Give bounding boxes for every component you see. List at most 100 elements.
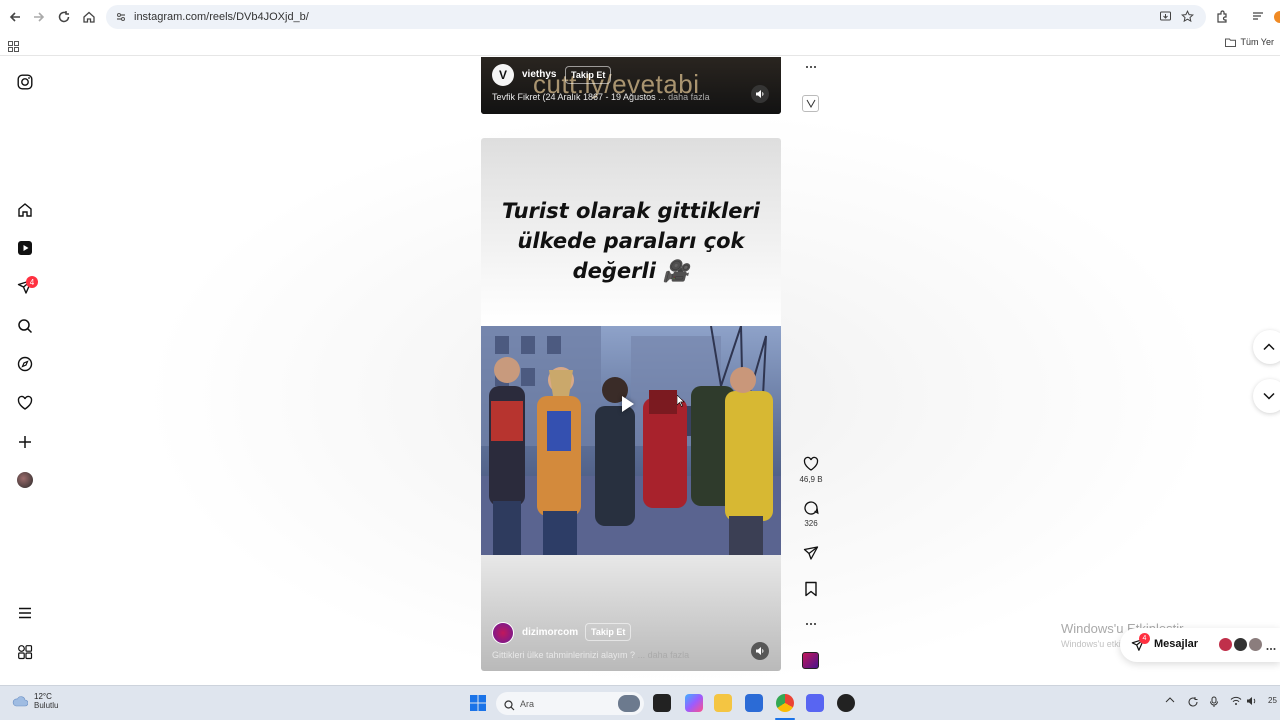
reel-author-avatar[interactable]: V: [492, 64, 514, 86]
reel-caption-text: Tevfik Fikret (24 Aralık 1867 - 19 Ağust…: [492, 92, 656, 102]
save-bookmark-icon[interactable]: [801, 581, 821, 597]
bookmark-folder-label: Tüm Yer: [1240, 37, 1274, 47]
home-browser-icon[interactable]: [77, 5, 101, 29]
instagram-logo-icon[interactable]: [15, 72, 35, 92]
like-count: 46,9 B: [799, 475, 823, 484]
messages-label: Mesajlar: [1154, 638, 1199, 650]
search-highlight-icon: [618, 695, 640, 712]
search-icon: [504, 698, 515, 716]
comment-icon[interactable]: [803, 500, 819, 516]
more-options-icon[interactable]: [801, 617, 821, 631]
discord-icon[interactable]: [806, 694, 824, 712]
reel-caption[interactable]: Tevfik Fikret (24 Aralık 1867 - 19 Ağust…: [492, 92, 710, 102]
speaker-icon[interactable]: [1246, 696, 1258, 708]
more-link[interactable]: ... daha fazla: [638, 650, 690, 660]
extensions-icon[interactable]: [1210, 5, 1234, 29]
comment-count: 326: [804, 519, 818, 528]
video-frame-illustration: [481, 326, 781, 555]
create-plus-icon[interactable]: [15, 432, 35, 452]
tray-overflow-icon[interactable]: [1165, 696, 1175, 706]
reel-author-avatar[interactable]: [492, 622, 514, 644]
cloud-icon: [12, 696, 28, 707]
search-icon[interactable]: [15, 316, 35, 336]
audio-thumbnail[interactable]: [802, 95, 819, 112]
meta-apps-icon[interactable]: [15, 642, 35, 662]
microphone-icon[interactable]: [1209, 696, 1219, 710]
share-icon[interactable]: [801, 545, 821, 561]
weather-condition: Bulutlu: [34, 701, 59, 710]
menu-hamburger-icon[interactable]: [15, 603, 35, 623]
wifi-icon[interactable]: [1230, 696, 1242, 708]
heart-icon[interactable]: [15, 393, 35, 413]
reel-caption-text: Gittikleri ülke tahminlerinizi alayım ?: [492, 650, 636, 660]
comment-action[interactable]: 326: [801, 500, 821, 528]
like-action[interactable]: 46,9 B: [799, 456, 823, 484]
copilot-icon[interactable]: [685, 694, 703, 712]
chevron-up-icon: [1263, 343, 1275, 351]
notification-badge: 4: [26, 276, 38, 288]
reel-caption[interactable]: Gittikleri ülke tahminlerinizi alayım ? …: [492, 650, 689, 660]
chevron-down-icon: [1263, 392, 1275, 400]
messages-badge: 4: [1139, 633, 1150, 644]
headline-line-3: değerli 🎥: [572, 259, 690, 283]
reel-headline: Turist olarak gittikleri ülkede paraları…: [481, 196, 781, 286]
windows-start-icon[interactable]: [470, 695, 486, 716]
clock[interactable]: 25: [1268, 696, 1277, 705]
reel-video[interactable]: [481, 326, 781, 555]
audio-v-icon: [806, 99, 815, 108]
reading-list-icon[interactable]: [1246, 5, 1270, 29]
task-view-icon[interactable]: [653, 694, 671, 712]
site-info-icon[interactable]: [115, 10, 127, 28]
bookmark-star-icon[interactable]: [1181, 10, 1194, 28]
follow-button[interactable]: Takip Et: [585, 623, 632, 641]
forward-icon[interactable]: [27, 5, 51, 29]
headline-line-1: Turist olarak gittikleri: [501, 199, 761, 223]
browser-toolbar: instagram.com/reels/DVb4JOXjd_b/: [0, 0, 1280, 34]
follow-button[interactable]: Takip Et: [565, 66, 612, 84]
install-app-icon[interactable]: [1159, 10, 1172, 28]
address-bar[interactable]: instagram.com/reels/DVb4JOXjd_b/: [106, 5, 1206, 29]
taskbar-search-placeholder: Ara: [520, 698, 535, 709]
more-link[interactable]: ... daha fazla: [658, 92, 710, 102]
reload-icon[interactable]: [52, 5, 76, 29]
profile-avatar[interactable]: [15, 470, 35, 490]
taskbar-search[interactable]: Ara: [496, 692, 644, 715]
reel-author-name[interactable]: viethys: [522, 69, 556, 80]
weather-temperature: 12°C: [34, 692, 52, 701]
profile-avatar-icon[interactable]: [1274, 11, 1280, 23]
chrome-icon[interactable]: [776, 694, 794, 712]
headline-line-2: ülkede paraları çok: [517, 229, 745, 253]
play-icon[interactable]: [622, 396, 634, 412]
current-reel[interactable]: Turist olarak gittikleri ülkede paraları…: [481, 138, 781, 671]
previous-reel[interactable]: cutt.ly/evetabi V viethys Takip Et Tevfi…: [481, 57, 781, 114]
store-icon[interactable]: [745, 694, 763, 712]
home-icon[interactable]: [15, 200, 35, 220]
previous-reel-button[interactable]: [1253, 330, 1280, 364]
next-reel-button[interactable]: [1253, 379, 1280, 413]
avatar: [1233, 637, 1248, 652]
avatar: [1218, 637, 1233, 652]
url-text: instagram.com/reels/DVb4JOXjd_b/: [134, 11, 309, 23]
volume-icon[interactable]: [751, 85, 769, 103]
like-heart-icon[interactable]: [803, 456, 819, 472]
app-icon[interactable]: [837, 694, 855, 712]
sync-icon[interactable]: [1187, 696, 1199, 710]
more-options-icon[interactable]: [801, 60, 821, 74]
bookmark-folder[interactable]: Tüm Yer: [1225, 37, 1274, 47]
reel-author-name[interactable]: dizimorcom: [522, 627, 578, 638]
messages-drawer[interactable]: 4 Mesajlar: [1120, 628, 1280, 662]
file-explorer-icon[interactable]: [714, 694, 732, 712]
explore-compass-icon[interactable]: [15, 354, 35, 374]
bookmarks-bar: Tüm Yer: [0, 34, 1280, 56]
weather-widget[interactable]: 12°C Bulutlu: [12, 692, 58, 710]
windows-taskbar: 12°C Bulutlu Ara 25: [0, 685, 1280, 720]
back-icon[interactable]: [3, 5, 27, 29]
volume-icon[interactable]: [751, 642, 769, 660]
audio-thumbnail[interactable]: [802, 652, 819, 669]
reels-icon[interactable]: [15, 238, 35, 258]
avatar: [1248, 637, 1263, 652]
more-dots-icon[interactable]: [1266, 644, 1276, 653]
folder-icon: [1225, 38, 1237, 47]
mouse-cursor-icon: [676, 394, 685, 407]
apps-grid-icon[interactable]: [8, 39, 19, 57]
